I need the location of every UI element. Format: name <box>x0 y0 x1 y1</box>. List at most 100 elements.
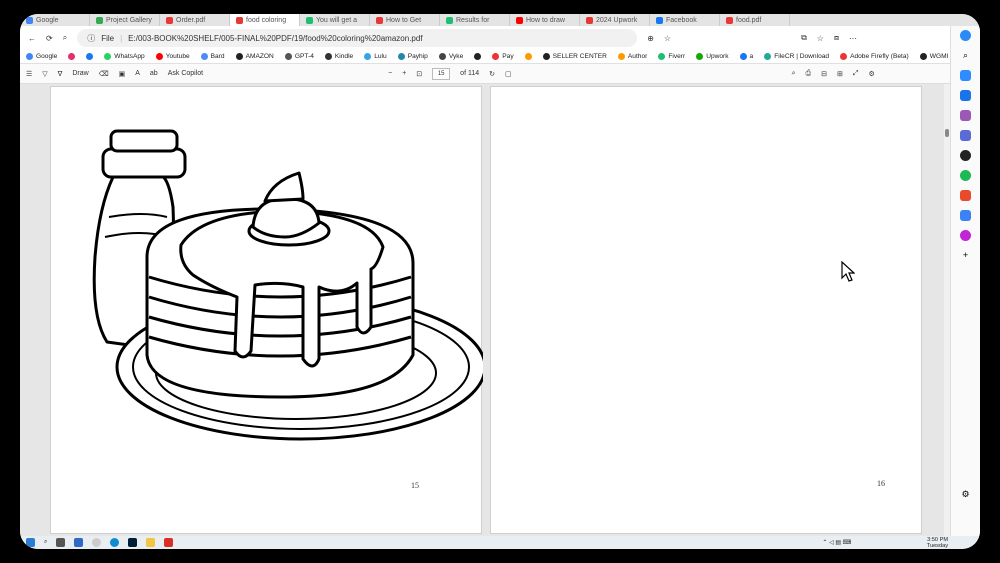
tools-icon[interactable] <box>960 190 971 201</box>
bookmark-item[interactable] <box>474 53 482 60</box>
tab-favicon-icon <box>726 16 733 24</box>
bookmark-item[interactable]: Kindle <box>324 53 353 60</box>
zoom-in-button[interactable]: + <box>402 70 406 77</box>
tab-label: How to Get <box>386 16 422 24</box>
bookmark-item[interactable] <box>68 53 76 60</box>
photoshop-icon[interactable] <box>128 538 138 547</box>
bookmark-item[interactable]: Vyke <box>438 53 463 60</box>
draw-label[interactable]: Draw <box>72 70 88 77</box>
browser-tab[interactable]: You will get a <box>300 14 370 26</box>
browser-tab[interactable]: Facebook <box>650 14 720 26</box>
save-as-icon[interactable]: ⊞ <box>837 70 843 78</box>
zoom-out-button[interactable]: − <box>388 70 392 77</box>
erase-icon[interactable]: ⌫ <box>99 70 109 78</box>
find-icon[interactable]: ⌕ <box>792 70 796 78</box>
bookmark-item[interactable]: Fiverr <box>658 53 685 60</box>
bookmark-favicon-icon <box>364 53 372 60</box>
draw-icon[interactable]: ∇ <box>58 70 63 78</box>
bookmark-item[interactable]: Lulu <box>364 53 387 60</box>
address-bar[interactable]: ⓘ File | E:/003-BOOK%20SHELF/005-FINAL%2… <box>77 29 638 47</box>
scrollbar-thumb[interactable] <box>945 129 949 137</box>
more-icon[interactable]: ⋯ <box>849 34 857 43</box>
sidebar-settings-icon[interactable]: ⚙ <box>961 489 969 500</box>
collections-icon[interactable]: ⧈ <box>834 33 839 43</box>
file-explorer-icon[interactable] <box>146 538 156 547</box>
extensions-icon[interactable]: ⧉ <box>801 33 807 43</box>
contents-icon[interactable]: ☰ <box>26 70 32 78</box>
search-icon[interactable]: ⌕ <box>63 33 67 43</box>
fullscreen-icon[interactable]: ⤢ <box>853 70 859 78</box>
page-number-input[interactable]: 15 <box>432 67 451 80</box>
designer-icon[interactable] <box>960 230 971 241</box>
bookmark-item[interactable]: FileCR | Download <box>764 53 829 60</box>
zoom-icon[interactable]: ⊕ <box>647 34 654 43</box>
drop-icon[interactable] <box>960 210 971 221</box>
read-aloud-icon[interactable]: A <box>135 70 140 77</box>
back-icon[interactable]: ← <box>28 34 36 43</box>
browser-tab[interactable]: 2024 Upwork <box>580 14 650 26</box>
tab-label: Project Gallery <box>106 16 152 24</box>
browser-tab[interactable]: food.pdf <box>720 14 790 26</box>
browser-tab[interactable]: Google <box>20 14 90 26</box>
bookmark-item[interactable]: Payhip <box>397 53 428 60</box>
bookmark-item[interactable]: GPT-4 <box>284 53 314 60</box>
task-view-icon[interactable] <box>56 538 66 547</box>
shopping-icon[interactable] <box>960 70 971 81</box>
bookmark-label: Lulu <box>374 53 387 60</box>
browser-tab[interactable]: How to Get <box>370 14 440 26</box>
bookmark-item[interactable]: Pay <box>492 53 514 60</box>
search-icon[interactable]: ⌕ <box>963 50 968 61</box>
bookmark-item[interactable]: Bard <box>200 53 225 60</box>
bookmark-item[interactable]: SELLER CENTER <box>542 53 607 60</box>
teams-icon[interactable] <box>960 130 971 141</box>
add-text-icon[interactable]: ▣ <box>119 70 126 78</box>
tab-favicon-icon <box>376 16 383 24</box>
save-icon[interactable]: ⊟ <box>821 70 827 78</box>
translate-icon[interactable]: ab <box>150 70 158 77</box>
bookmark-item[interactable]: AMAZON <box>235 53 274 60</box>
taskbar-app-icon[interactable] <box>164 538 174 547</box>
bookmark-item[interactable]: a <box>739 53 753 60</box>
page-number-left: 15 <box>411 481 419 490</box>
favorites-icon[interactable]: ☆ <box>817 34 824 43</box>
taskbar-app-icon[interactable] <box>74 538 84 547</box>
bookmark-item[interactable]: Author <box>617 53 647 60</box>
bookmark-item[interactable]: WhatsApp <box>104 53 145 60</box>
print-icon[interactable]: ⎙ <box>806 70 812 78</box>
bookmark-item[interactable] <box>524 53 532 60</box>
clock[interactable]: 3:50 PM Tuesday <box>927 537 948 549</box>
pdf-viewer[interactable]: 15 16 <box>20 84 950 536</box>
chatgpt-icon[interactable] <box>960 150 971 161</box>
highlight-icon[interactable]: ▽ <box>42 70 47 78</box>
tray-icons[interactable]: ⌃ ◁ ▤ ⌨ <box>822 539 851 546</box>
bookmark-favicon-icon <box>617 53 625 60</box>
rotate-icon[interactable]: ↻ <box>489 70 495 78</box>
spotify-icon[interactable] <box>960 170 971 181</box>
fit-page-icon[interactable]: ⊡ <box>416 70 422 78</box>
bookmark-item[interactable]: Upwork <box>696 53 729 60</box>
browser-tab[interactable]: Project Gallery <box>90 14 160 26</box>
edge-taskbar-icon[interactable] <box>110 538 120 547</box>
bookmark-item[interactable] <box>86 53 94 60</box>
browser-tab[interactable]: food coloring <box>230 14 300 26</box>
refresh-icon[interactable]: ⟳ <box>46 34 53 43</box>
ask-copilot-button[interactable]: Ask Copilot <box>168 70 203 77</box>
tab-favicon-icon <box>96 16 103 24</box>
start-icon[interactable] <box>26 538 35 547</box>
taskbar-search-icon[interactable]: ⌕ <box>44 539 47 546</box>
edge-sidebar: ⌕ + ⚙ <box>950 26 980 536</box>
browser-tab[interactable]: Order.pdf <box>160 14 230 26</box>
browser-tab[interactable]: How to draw <box>510 14 580 26</box>
bookmark-item[interactable]: Adobe Firefly (Beta) <box>840 53 909 60</box>
add-icon[interactable]: + <box>963 250 968 260</box>
games-icon[interactable] <box>960 110 971 121</box>
favorite-star-icon[interactable]: ☆ <box>664 34 671 43</box>
browser-tab[interactable]: Results for <box>440 14 510 26</box>
taskbar-app-icon[interactable] <box>92 538 102 547</box>
bookmark-item[interactable]: Youtube <box>155 53 190 60</box>
copilot-icon[interactable] <box>960 30 971 41</box>
outlook-icon[interactable] <box>960 90 971 101</box>
bookmark-item[interactable]: Google <box>26 53 57 60</box>
page-view-icon[interactable]: ▢ <box>505 70 512 78</box>
settings-icon[interactable]: ⚙ <box>869 70 875 78</box>
